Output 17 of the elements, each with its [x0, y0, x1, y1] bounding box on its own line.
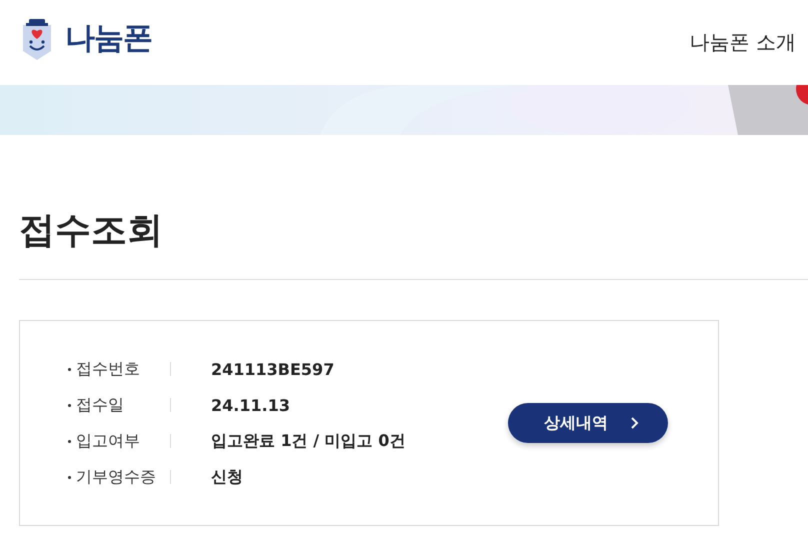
bullet-icon: [68, 404, 71, 406]
field-label: 입고여부: [76, 430, 141, 452]
bullet-icon: [68, 476, 71, 478]
logo-text[interactable]: 나눔폰: [65, 18, 152, 59]
details-button[interactable]: 상세내역: [508, 403, 668, 443]
field-label: 접수일: [76, 394, 125, 416]
field-value: 241113BE597: [211, 360, 334, 378]
field-value: 입고완료 1건 / 미입고 0건: [211, 430, 406, 452]
field-value: 신청: [211, 466, 243, 488]
bullet-icon: [68, 440, 71, 442]
nav-link[interactable]: 나눔폰 소개: [690, 30, 796, 54]
bullet-icon: [68, 368, 71, 370]
field-value: 24.11.13: [211, 396, 290, 414]
field-label: 접수번호: [76, 358, 141, 380]
field-label: 기부영수증: [76, 466, 157, 488]
chevron-right-icon: [630, 416, 640, 430]
page-title: 접수조회: [19, 209, 164, 253]
